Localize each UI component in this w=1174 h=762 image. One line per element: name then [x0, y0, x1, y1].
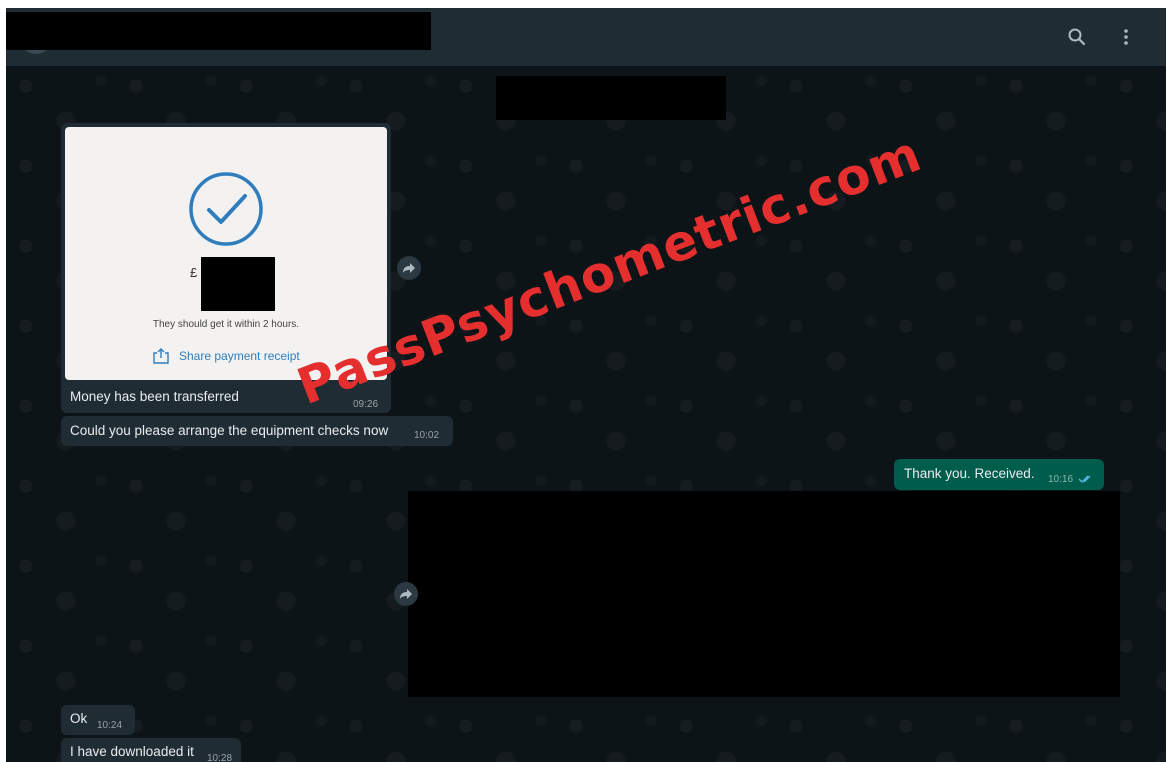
- incoming-message-bubble[interactable]: Could you please arrange the equipment c…: [61, 416, 453, 446]
- redacted-contact-name: [6, 12, 431, 50]
- read-receipt-icon: [1078, 475, 1091, 483]
- forward-icon: [400, 589, 412, 599]
- redacted-media-message[interactable]: [408, 491, 1120, 697]
- amount-currency: £: [190, 265, 198, 280]
- search-icon[interactable]: [1064, 24, 1090, 50]
- chat-header: [6, 8, 1166, 66]
- forward-button[interactable]: [397, 256, 421, 280]
- message-text: I have downloaded it: [70, 744, 194, 759]
- image-message-bubble[interactable]: £ They should get it within 2 hours. Sha…: [61, 123, 391, 413]
- redacted-amount: [201, 257, 275, 311]
- redacted-date-chip: [496, 76, 726, 120]
- more-vertical-icon[interactable]: [1113, 24, 1139, 50]
- outgoing-message-bubble[interactable]: Thank you. Received. 10:16: [894, 459, 1104, 490]
- message-time: 10:16: [1048, 474, 1074, 485]
- share-icon: [153, 348, 169, 364]
- share-payment-receipt-link[interactable]: Share payment receipt: [152, 347, 300, 365]
- message-time: 10:24: [97, 720, 123, 731]
- message-time: 10:02: [414, 430, 440, 441]
- chat-window: £ They should get it within 2 hours. Sha…: [6, 8, 1166, 762]
- share-label: Share payment receipt: [179, 349, 300, 363]
- message-text: Thank you. Received.: [904, 466, 1035, 481]
- check-circle-icon: [189, 172, 263, 246]
- incoming-message-bubble[interactable]: Ok 10:24: [61, 705, 135, 735]
- message-text: Ok: [70, 711, 88, 726]
- message-caption: Money has been transferred: [70, 389, 239, 404]
- incoming-message-bubble[interactable]: I have downloaded it 10:28: [61, 738, 241, 762]
- message-time: 09:26: [353, 399, 379, 410]
- receipt-note: They should get it within 2 hours.: [152, 319, 300, 330]
- message-text: Could you please arrange the equipment c…: [70, 423, 389, 438]
- forward-button[interactable]: [394, 582, 418, 606]
- payment-receipt-image[interactable]: £ They should get it within 2 hours. Sha…: [65, 127, 387, 380]
- forward-icon: [403, 263, 415, 273]
- message-time: 10:28: [207, 753, 233, 762]
